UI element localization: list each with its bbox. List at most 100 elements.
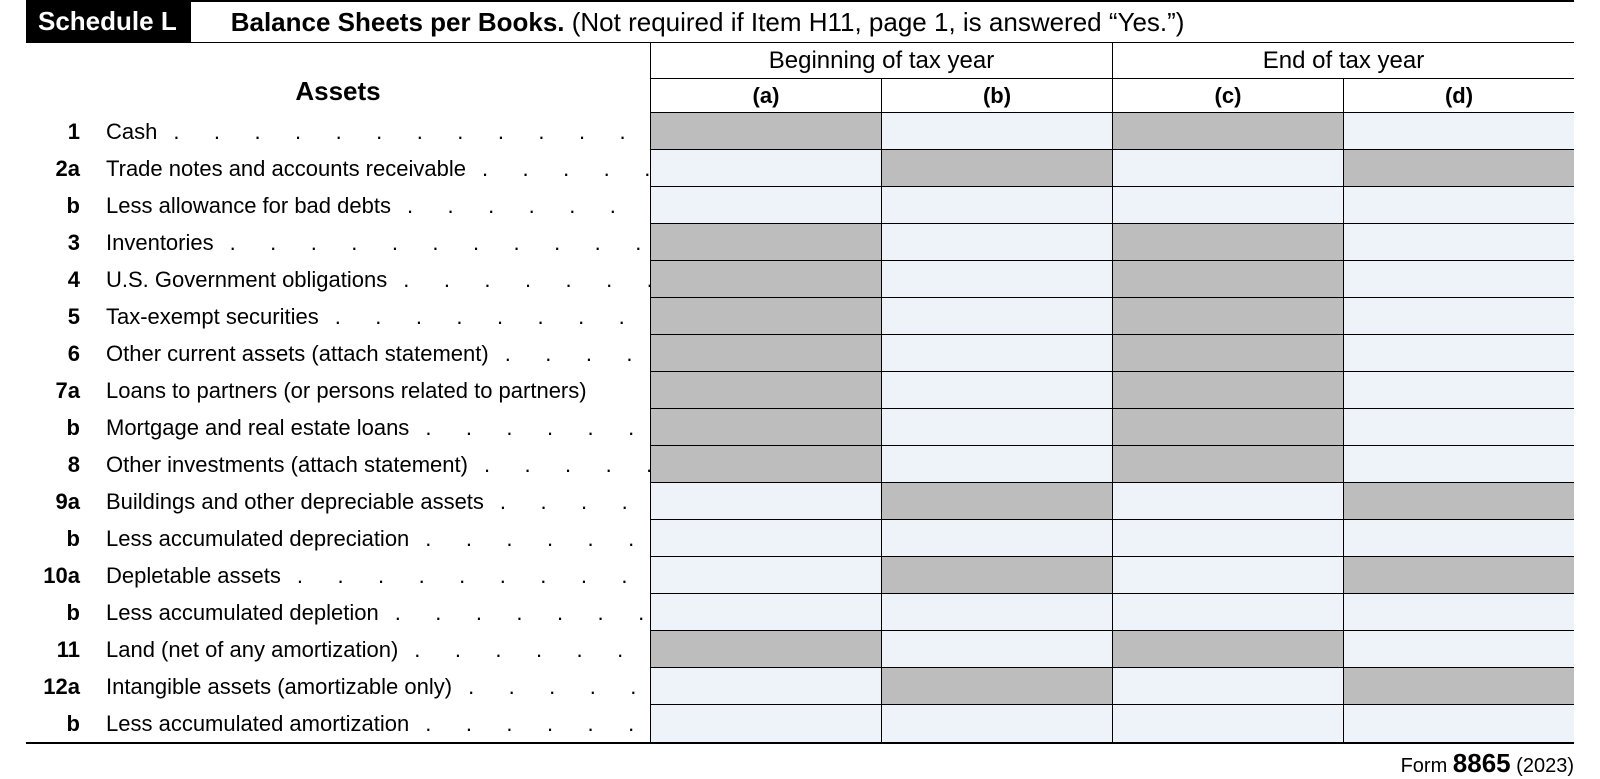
line-number: b — [26, 415, 88, 441]
cell-c[interactable] — [1112, 594, 1343, 631]
line-row: bLess accumulated depreciation — [26, 520, 650, 557]
line-label: Depletable assets — [88, 563, 650, 589]
cell-a[interactable] — [650, 187, 881, 224]
period-headers: Beginning of tax year End of tax year — [650, 43, 1574, 79]
cell-d[interactable] — [1343, 520, 1574, 557]
cell-b[interactable] — [881, 631, 1112, 668]
cell-a[interactable] — [650, 483, 881, 520]
cell-c[interactable] — [1112, 150, 1343, 187]
line-number: b — [26, 600, 88, 626]
cell-b[interactable] — [881, 372, 1112, 409]
cell-d[interactable] — [1343, 594, 1574, 631]
period-header-end: End of tax year — [1112, 43, 1574, 79]
cell-d[interactable] — [1343, 261, 1574, 298]
line-number: 9a — [26, 489, 88, 515]
line-row: 6Other current assets (attach statement) — [26, 335, 650, 372]
line-row: 7aLoans to partners (or persons related … — [26, 372, 650, 409]
cell-c[interactable] — [1112, 187, 1343, 224]
line-number: b — [26, 526, 88, 552]
line-label: Tax-exempt securities — [88, 304, 650, 330]
data-row — [650, 224, 1574, 261]
cell-b[interactable] — [881, 224, 1112, 261]
schedule-badge: Schedule L — [26, 2, 191, 42]
cell-d[interactable] — [1343, 705, 1574, 742]
cell-d[interactable] — [1343, 113, 1574, 150]
cell-d[interactable] — [1343, 372, 1574, 409]
line-row: 11Land (net of any amortization) — [26, 631, 650, 668]
cell-d[interactable] — [1343, 335, 1574, 372]
data-rows — [650, 113, 1574, 742]
cell-b[interactable] — [881, 594, 1112, 631]
cell-c[interactable] — [1112, 557, 1343, 594]
line-number: 5 — [26, 304, 88, 330]
cell-d[interactable] — [1343, 298, 1574, 335]
line-row: bLess accumulated amortization — [26, 705, 650, 742]
line-label: Land (net of any amortization) — [88, 637, 650, 663]
data-row — [650, 150, 1574, 187]
cell-d[interactable] — [1343, 409, 1574, 446]
data-row — [650, 298, 1574, 335]
line-label: Mortgage and real estate loans — [88, 415, 650, 441]
line-row: bLess accumulated depletion — [26, 594, 650, 631]
main-table: Assets 1Cash2aTrade notes and accounts r… — [26, 43, 1574, 744]
labels-column: Assets 1Cash2aTrade notes and accounts r… — [26, 43, 650, 742]
cell-d — [1343, 150, 1574, 187]
data-row — [650, 631, 1574, 668]
cell-b[interactable] — [881, 520, 1112, 557]
cell-b[interactable] — [881, 298, 1112, 335]
assets-label: Assets — [295, 76, 380, 107]
cell-b — [881, 668, 1112, 705]
line-row: 5Tax-exempt securities — [26, 298, 650, 335]
cell-b[interactable] — [881, 409, 1112, 446]
cell-d — [1343, 557, 1574, 594]
cell-b[interactable] — [881, 705, 1112, 742]
cell-a[interactable] — [650, 594, 881, 631]
line-row: 2aTrade notes and accounts receivable — [26, 150, 650, 187]
cell-c[interactable] — [1112, 520, 1343, 557]
cell-b[interactable] — [881, 261, 1112, 298]
data-row — [650, 557, 1574, 594]
data-row — [650, 187, 1574, 224]
line-row: 4U.S. Government obligations — [26, 261, 650, 298]
form-container: Schedule L Balance Sheets per Books. (No… — [26, 0, 1574, 779]
cell-a[interactable] — [650, 150, 881, 187]
line-label: Less accumulated amortization — [88, 711, 650, 737]
period-header-begin: Beginning of tax year — [650, 43, 1112, 79]
line-number: 12a — [26, 674, 88, 700]
cell-c[interactable] — [1112, 668, 1343, 705]
line-label: Inventories — [88, 230, 650, 256]
cell-c — [1112, 224, 1343, 261]
cell-a[interactable] — [650, 705, 881, 742]
data-row — [650, 705, 1574, 742]
line-row: 12aIntangible assets (amortizable only) — [26, 668, 650, 705]
cell-b — [881, 483, 1112, 520]
cell-c[interactable] — [1112, 705, 1343, 742]
cell-c[interactable] — [1112, 483, 1343, 520]
cell-a[interactable] — [650, 557, 881, 594]
cell-d[interactable] — [1343, 631, 1574, 668]
cell-a — [650, 446, 881, 483]
data-row — [650, 594, 1574, 631]
data-row — [650, 335, 1574, 372]
cell-a[interactable] — [650, 520, 881, 557]
data-row — [650, 372, 1574, 409]
line-label: Buildings and other depreciable assets — [88, 489, 650, 515]
line-label: Less allowance for bad debts — [88, 193, 650, 219]
cell-d[interactable] — [1343, 446, 1574, 483]
line-row: 8Other investments (attach statement) — [26, 446, 650, 483]
col-header-a: (a) — [650, 79, 881, 113]
cell-d[interactable] — [1343, 224, 1574, 261]
schedule-title-bold: Balance Sheets per Books. — [231, 7, 565, 37]
cell-a[interactable] — [650, 668, 881, 705]
line-number: 11 — [26, 637, 88, 663]
line-number: 1 — [26, 119, 88, 145]
cell-b[interactable] — [881, 113, 1112, 150]
cell-b[interactable] — [881, 187, 1112, 224]
cell-b[interactable] — [881, 335, 1112, 372]
cell-b — [881, 150, 1112, 187]
cell-b[interactable] — [881, 446, 1112, 483]
form-footer: Form 8865 (2023) — [26, 744, 1574, 779]
assets-header: Assets — [26, 43, 650, 113]
cell-d[interactable] — [1343, 187, 1574, 224]
line-number: 2a — [26, 156, 88, 182]
